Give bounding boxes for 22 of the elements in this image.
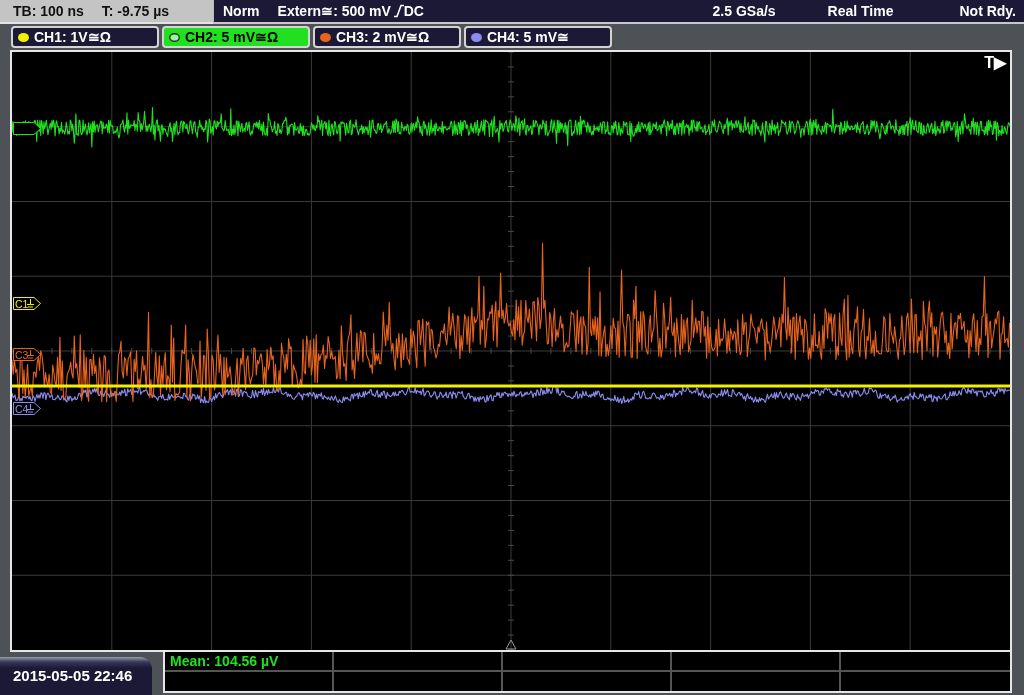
channel-button[interactable]: CH1: 1V≅Ω xyxy=(11,26,159,48)
trigger-mode-label: Norm xyxy=(223,1,260,21)
rising-edge-icon xyxy=(393,4,404,18)
triangle-icon xyxy=(505,639,517,650)
trigger-marker-label: T▶ xyxy=(984,55,1006,71)
channel-button[interactable]: CH4: 5 mV≅ xyxy=(464,26,612,48)
timebase-label: TB: 100 ns xyxy=(13,1,84,21)
acquisition-mode-label: Real Time xyxy=(827,1,894,21)
marker-label: C3 xyxy=(15,348,29,361)
trigger-coupling-label: DC xyxy=(403,1,424,21)
channel-marker xyxy=(13,122,41,135)
channel-button[interactable]: CH2: 5 mV≅Ω xyxy=(162,26,310,48)
status-label: Not Rdy. xyxy=(959,1,1016,21)
marker-label: C4 xyxy=(15,402,29,415)
trigger-time-label: T: -9.75 µs xyxy=(101,1,170,21)
date-time-display: 2015-05-05 22:46 xyxy=(0,657,152,695)
table-cell: Mean: 104.56 µV xyxy=(165,652,334,672)
channel-dot-icon xyxy=(169,32,180,42)
trigger-source-label: Extern≅: 500 mV xyxy=(277,1,391,21)
sample-rate-label: 2.5 GSa/s xyxy=(712,1,776,21)
channel-button[interactable]: CH3: 2 mV≅Ω xyxy=(313,26,461,48)
marker-label: C1 xyxy=(15,297,29,310)
